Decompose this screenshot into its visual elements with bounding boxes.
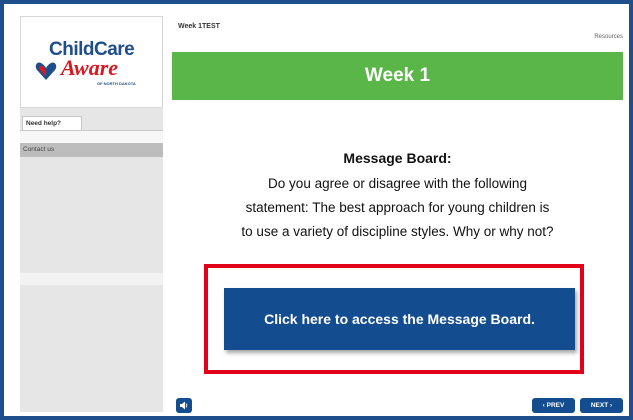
prompt-line-2: statement: The best approach for young c… [245, 200, 550, 215]
resources-link[interactable]: Resources [594, 34, 623, 40]
tab-need-help[interactable]: Need help? [22, 116, 82, 131]
audio-button[interactable] [176, 398, 192, 413]
message-board-heading: Message Board: [343, 150, 452, 166]
prev-button[interactable]: ‹ PREV [532, 398, 575, 413]
prompt-line-3: to use a variety of discipline styles. W… [241, 224, 554, 239]
speaker-icon [180, 401, 188, 410]
course-title: Week 1TEST [178, 23, 220, 30]
logo-container: ChildCare Aware OF NORTH DAKOTA [20, 16, 163, 108]
contact-us-link[interactable]: Contact us [20, 143, 163, 157]
childcare-aware-logo: ChildCare Aware OF NORTH DAKOTA [35, 39, 151, 89]
sidebar-divider [20, 273, 163, 285]
heart-icon [35, 62, 57, 80]
logo-subtext: OF NORTH DAKOTA [97, 81, 136, 86]
message-board-button[interactable]: Click here to access the Message Board. [224, 288, 575, 350]
next-button[interactable]: NEXT › [580, 398, 623, 413]
prompt-line-1: Do you agree or disagree with the follow… [268, 176, 527, 191]
sidebar: ChildCare Aware OF NORTH DAKOTA Need hel… [20, 16, 163, 412]
page-title-banner: Week 1 [172, 52, 623, 100]
help-panel-header [20, 131, 163, 143]
content-area: Message Board: Do you agree or disagree … [172, 150, 623, 244]
logo-script-text: Aware [61, 55, 119, 80]
